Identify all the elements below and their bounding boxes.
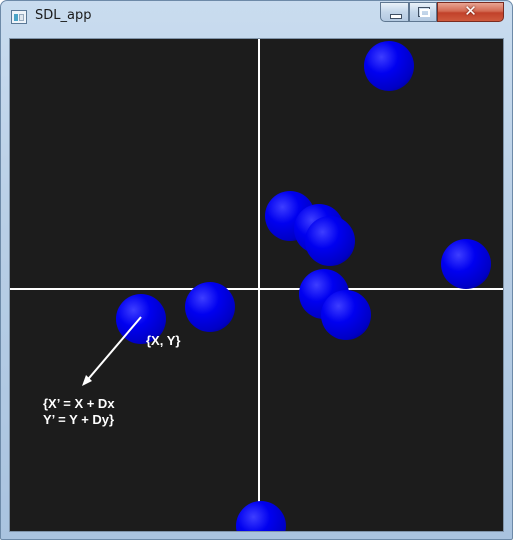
close-icon: ✕	[464, 2, 477, 20]
close-button[interactable]: ✕	[437, 2, 504, 22]
minimize-button[interactable]	[380, 2, 409, 22]
sdl-render-canvas[interactable]: {X, Y} {X’ = X + Dx Y’ = Y + Dy}	[9, 38, 504, 532]
position-label: {X, Y}	[146, 333, 181, 348]
window-title: SDL_app	[35, 8, 92, 23]
app-window-icon	[11, 10, 27, 24]
velocity-arrow	[82, 316, 142, 386]
app-window: SDL_app ✕ {X, Y} {X’ = X + Dx Y’ = Y + D…	[0, 0, 513, 540]
maximize-button[interactable]	[409, 2, 437, 22]
maximize-icon	[418, 7, 430, 17]
minimize-icon	[390, 14, 402, 19]
title-bar[interactable]: SDL_app ✕	[1, 1, 512, 33]
formula-label: {X’ = X + Dx Y’ = Y + Dy}	[43, 396, 115, 427]
